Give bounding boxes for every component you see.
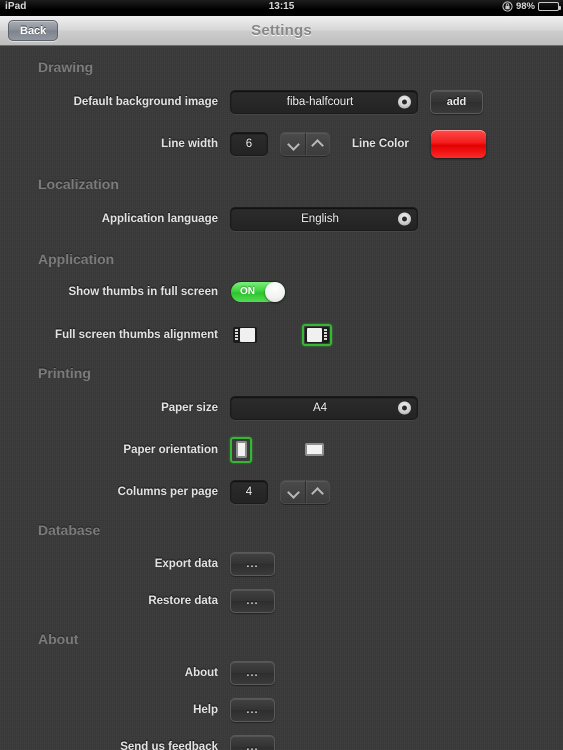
section-header-application: Application: [38, 251, 115, 267]
row-paper-orientation: Paper orientation: [0, 431, 563, 468]
show-thumbs-toggle[interactable]: ON: [230, 281, 286, 303]
film-page: [307, 327, 322, 342]
toggle-knob: [265, 281, 285, 302]
help-button[interactable]: ...: [230, 697, 275, 722]
battery-percent-label: 98%: [515, 1, 535, 12]
show-thumbs-toggle-state: ON: [240, 286, 255, 297]
label-thumbs-alignment: Full screen thumbs alignment: [55, 328, 218, 341]
row-line-width: Line width 6 Line Color: [0, 125, 563, 162]
back-button[interactable]: Back: [8, 20, 59, 41]
chevron-up-icon: [313, 139, 322, 148]
film-page: [240, 327, 255, 342]
line-width-increment-button[interactable]: [305, 132, 329, 155]
row-export-data: Export data ...: [0, 545, 563, 582]
default-background-image-value: fiba-halfcourt: [286, 95, 354, 108]
label-line-width: Line width: [161, 137, 218, 150]
status-right-group: 98%: [502, 1, 561, 12]
label-restore-data: Restore data: [148, 594, 218, 607]
thumbs-align-left-icon[interactable]: [230, 324, 260, 346]
landscape-page-shape: [304, 443, 324, 456]
battery-icon: [538, 2, 561, 11]
line-color-swatch[interactable]: [430, 129, 486, 158]
status-clock: 13:15: [268, 1, 295, 12]
paper-landscape-icon[interactable]: [300, 437, 328, 463]
application-language-select[interactable]: English: [230, 206, 418, 231]
section-header-printing: Printing: [38, 365, 91, 381]
film-perforations: [323, 328, 328, 342]
picker-indicator-icon[interactable]: [398, 95, 411, 108]
columns-increment-button[interactable]: [305, 480, 329, 503]
row-paper-size: Paper size A4: [0, 389, 563, 426]
picker-indicator-icon[interactable]: [398, 401, 411, 414]
about-button[interactable]: ...: [230, 660, 275, 685]
section-header-database: Database: [38, 522, 101, 538]
row-help: Help ...: [0, 691, 563, 728]
thumbs-align-right-icon[interactable]: [302, 323, 332, 346]
row-application-language: Application language English: [0, 200, 563, 237]
row-columns-per-page: Columns per page 4: [0, 473, 563, 510]
restore-data-button[interactable]: ...: [230, 588, 275, 613]
label-send-us-feedback: Send us feedback: [120, 740, 218, 750]
navigation-bar: Back Settings: [0, 16, 563, 46]
label-help: Help: [193, 703, 218, 716]
line-width-decrement-button[interactable]: [281, 133, 305, 155]
label-about: About: [184, 666, 218, 679]
row-about: About ...: [0, 654, 563, 691]
row-restore-data: Restore data ...: [0, 582, 563, 619]
label-columns-per-page: Columns per page: [117, 485, 218, 498]
settings-content: Drawing Default background image fiba-ha…: [0, 46, 563, 750]
label-paper-orientation: Paper orientation: [123, 443, 218, 456]
label-paper-size: Paper size: [161, 401, 218, 414]
ipad-screen: iPad 13:15 98% Back Settings Drawing Def…: [0, 0, 563, 750]
paper-portrait-icon[interactable]: [230, 436, 252, 463]
label-application-language: Application language: [101, 212, 218, 225]
chevron-down-icon: [289, 139, 298, 148]
chevron-up-icon: [313, 487, 322, 496]
label-default-background-image: Default background image: [73, 95, 218, 108]
label-export-data: Export data: [154, 557, 218, 570]
add-background-image-button[interactable]: add: [430, 89, 483, 114]
line-width-stepper[interactable]: [280, 131, 330, 156]
label-show-thumbs-fullscreen: Show thumbs in full screen: [68, 285, 218, 298]
rotation-lock-icon: [502, 1, 513, 12]
picker-indicator-icon[interactable]: [398, 212, 411, 225]
section-header-localization: Localization: [38, 176, 119, 192]
portrait-page-shape: [235, 441, 247, 458]
columns-per-page-value[interactable]: 4: [230, 479, 268, 504]
chevron-down-icon: [289, 487, 298, 496]
export-data-button[interactable]: ...: [230, 551, 275, 576]
status-bar: iPad 13:15 98%: [0, 0, 563, 16]
section-header-drawing: Drawing: [38, 59, 94, 75]
columns-per-page-stepper[interactable]: [280, 479, 330, 504]
send-feedback-button[interactable]: ...: [230, 734, 275, 750]
row-send-us-feedback: Send us feedback ...: [0, 728, 563, 750]
film-perforations: [234, 328, 239, 342]
row-default-background-image: Default background image fiba-halfcourt …: [0, 83, 563, 120]
application-language-value: English: [301, 212, 339, 225]
default-background-image-select[interactable]: fiba-halfcourt: [230, 89, 418, 114]
row-thumbs-alignment: Full screen thumbs alignment: [0, 316, 563, 353]
line-width-value[interactable]: 6: [230, 131, 268, 156]
paper-size-select[interactable]: A4: [230, 395, 418, 420]
columns-decrement-button[interactable]: [281, 481, 305, 503]
label-line-color: Line Color: [352, 137, 409, 150]
section-header-about: About: [38, 631, 79, 647]
paper-size-value: A4: [312, 401, 328, 414]
page-title: Settings: [251, 22, 312, 39]
row-show-thumbs-fullscreen: Show thumbs in full screen ON: [0, 273, 563, 310]
